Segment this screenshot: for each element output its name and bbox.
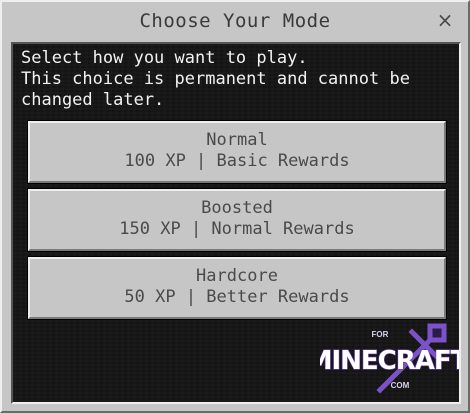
- content-panel: Select how you want to play. This choice…: [11, 42, 461, 404]
- mode-dialog: Choose Your Mode × Select how you want t…: [0, 0, 470, 413]
- watermark-bottom: COM: [391, 381, 410, 390]
- option-name: Normal: [206, 130, 268, 150]
- dialog-title: Choose Your Mode: [139, 10, 331, 32]
- close-icon[interactable]: ×: [434, 9, 456, 31]
- option-name: Hardcore: [196, 266, 278, 286]
- description-line: Select how you want to play.: [21, 48, 308, 68]
- description-line: changed later.: [21, 90, 165, 110]
- hardcore-mode-button[interactable]: Hardcore 50 XP | Better Rewards: [27, 256, 447, 320]
- option-details: 100 XP | Basic Rewards: [124, 151, 350, 171]
- watermark-main: MINECRAFT: [320, 346, 460, 376]
- watermark-top: FOR: [372, 330, 389, 339]
- option-name: Boosted: [201, 198, 273, 218]
- description-line: This choice is permanent and cannot be: [21, 69, 410, 89]
- option-details: 150 XP | Normal Rewards: [119, 219, 355, 239]
- dialog-titlebar: Choose Your Mode ×: [2, 2, 468, 40]
- watermark-logo: FOR MINECRAFT COM: [320, 323, 460, 394]
- option-details: 50 XP | Better Rewards: [124, 287, 350, 307]
- description: Select how you want to play. This choice…: [21, 48, 455, 111]
- normal-mode-button[interactable]: Normal 100 XP | Basic Rewards: [27, 120, 447, 184]
- boosted-mode-button[interactable]: Boosted 150 XP | Normal Rewards: [27, 188, 447, 252]
